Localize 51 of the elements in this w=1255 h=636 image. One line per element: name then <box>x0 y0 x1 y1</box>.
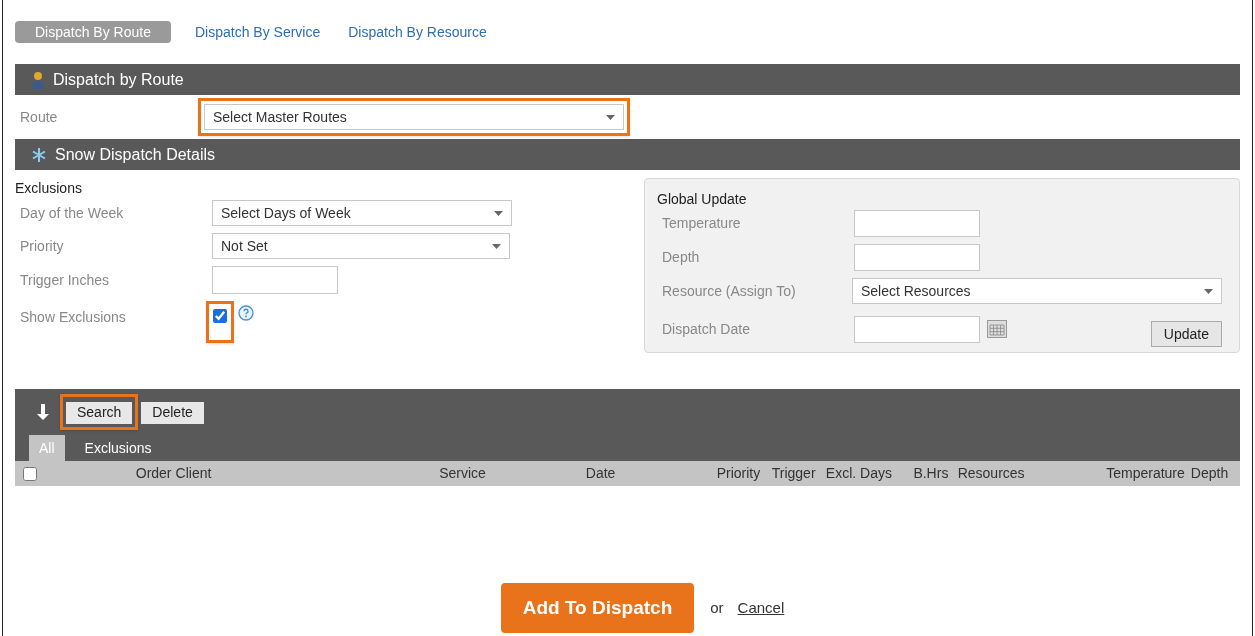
column-header[interactable]: Date <box>585 463 616 484</box>
calendar-icon[interactable] <box>987 320 1007 338</box>
field-label: Priority <box>20 236 65 256</box>
cancel-link[interactable]: Cancel <box>737 596 785 620</box>
toolbar-button[interactable]: Search <box>66 401 133 424</box>
checkbox[interactable] <box>213 309 227 323</box>
resources-dropdown[interactable]: Select Resources <box>851 278 1222 304</box>
column-header[interactable]: Service <box>439 463 486 484</box>
toolbar-button[interactable]: Delete <box>141 401 204 424</box>
section-title: Dispatch by Route <box>53 69 184 90</box>
priority-dropdown[interactable]: Not Set <box>212 233 510 259</box>
route-dropdown[interactable]: Select Master Routes <box>204 104 624 130</box>
column-header[interactable]: Temperature <box>1106 463 1185 484</box>
separator-text: or <box>710 597 724 618</box>
field-label: Route <box>20 107 59 127</box>
input-field[interactable] <box>854 210 980 237</box>
column-header[interactable]: Order <box>135 463 172 484</box>
column-header[interactable]: Priority <box>716 463 761 484</box>
tab[interactable]: Exclusions <box>74 435 162 461</box>
field-label: Show Exclusions <box>20 308 127 327</box>
dropdown-caret-icon <box>1204 288 1213 294</box>
date-field[interactable] <box>854 315 980 343</box>
help-icon <box>238 305 254 321</box>
field-label: Dispatch Date <box>662 319 751 339</box>
input-field[interactable] <box>212 266 338 294</box>
column-header[interactable]: Depth <box>1190 463 1229 484</box>
dropdown-caret-icon <box>494 210 503 216</box>
field-label: Trigger Inches <box>20 270 110 290</box>
section-title: Snow Dispatch Details <box>55 144 216 165</box>
download-arrow-icon[interactable] <box>37 404 51 420</box>
column-header[interactable]: Resources <box>957 463 1025 484</box>
column-header[interactable]: Trigger <box>771 463 816 484</box>
group-title: Global Update <box>657 190 748 209</box>
field-label: Temperature <box>662 214 742 233</box>
tab[interactable]: Dispatch By Service <box>190 21 325 43</box>
column-header[interactable]: B.Hrs <box>913 463 949 484</box>
input-field[interactable] <box>854 244 980 271</box>
update-button[interactable]: Update <box>1150 321 1222 347</box>
snowflake-icon <box>31 146 47 163</box>
column-header[interactable]: Excl. Days <box>825 463 892 484</box>
dropdown-caret-icon <box>492 243 501 249</box>
field-label: Resource (Assign To) <box>662 281 797 301</box>
group-title: Exclusions <box>15 179 83 198</box>
column-header[interactable]: Client <box>175 463 212 484</box>
field-label: Day of the Week <box>20 203 125 223</box>
worker-icon <box>31 70 45 89</box>
tab[interactable]: Dispatch By Resource <box>344 21 491 43</box>
checkbox[interactable] <box>23 466 37 481</box>
dropdown-caret-icon <box>606 114 615 120</box>
field-label: Depth <box>662 248 701 267</box>
days-dropdown[interactable]: Select Days of Week <box>212 200 512 226</box>
